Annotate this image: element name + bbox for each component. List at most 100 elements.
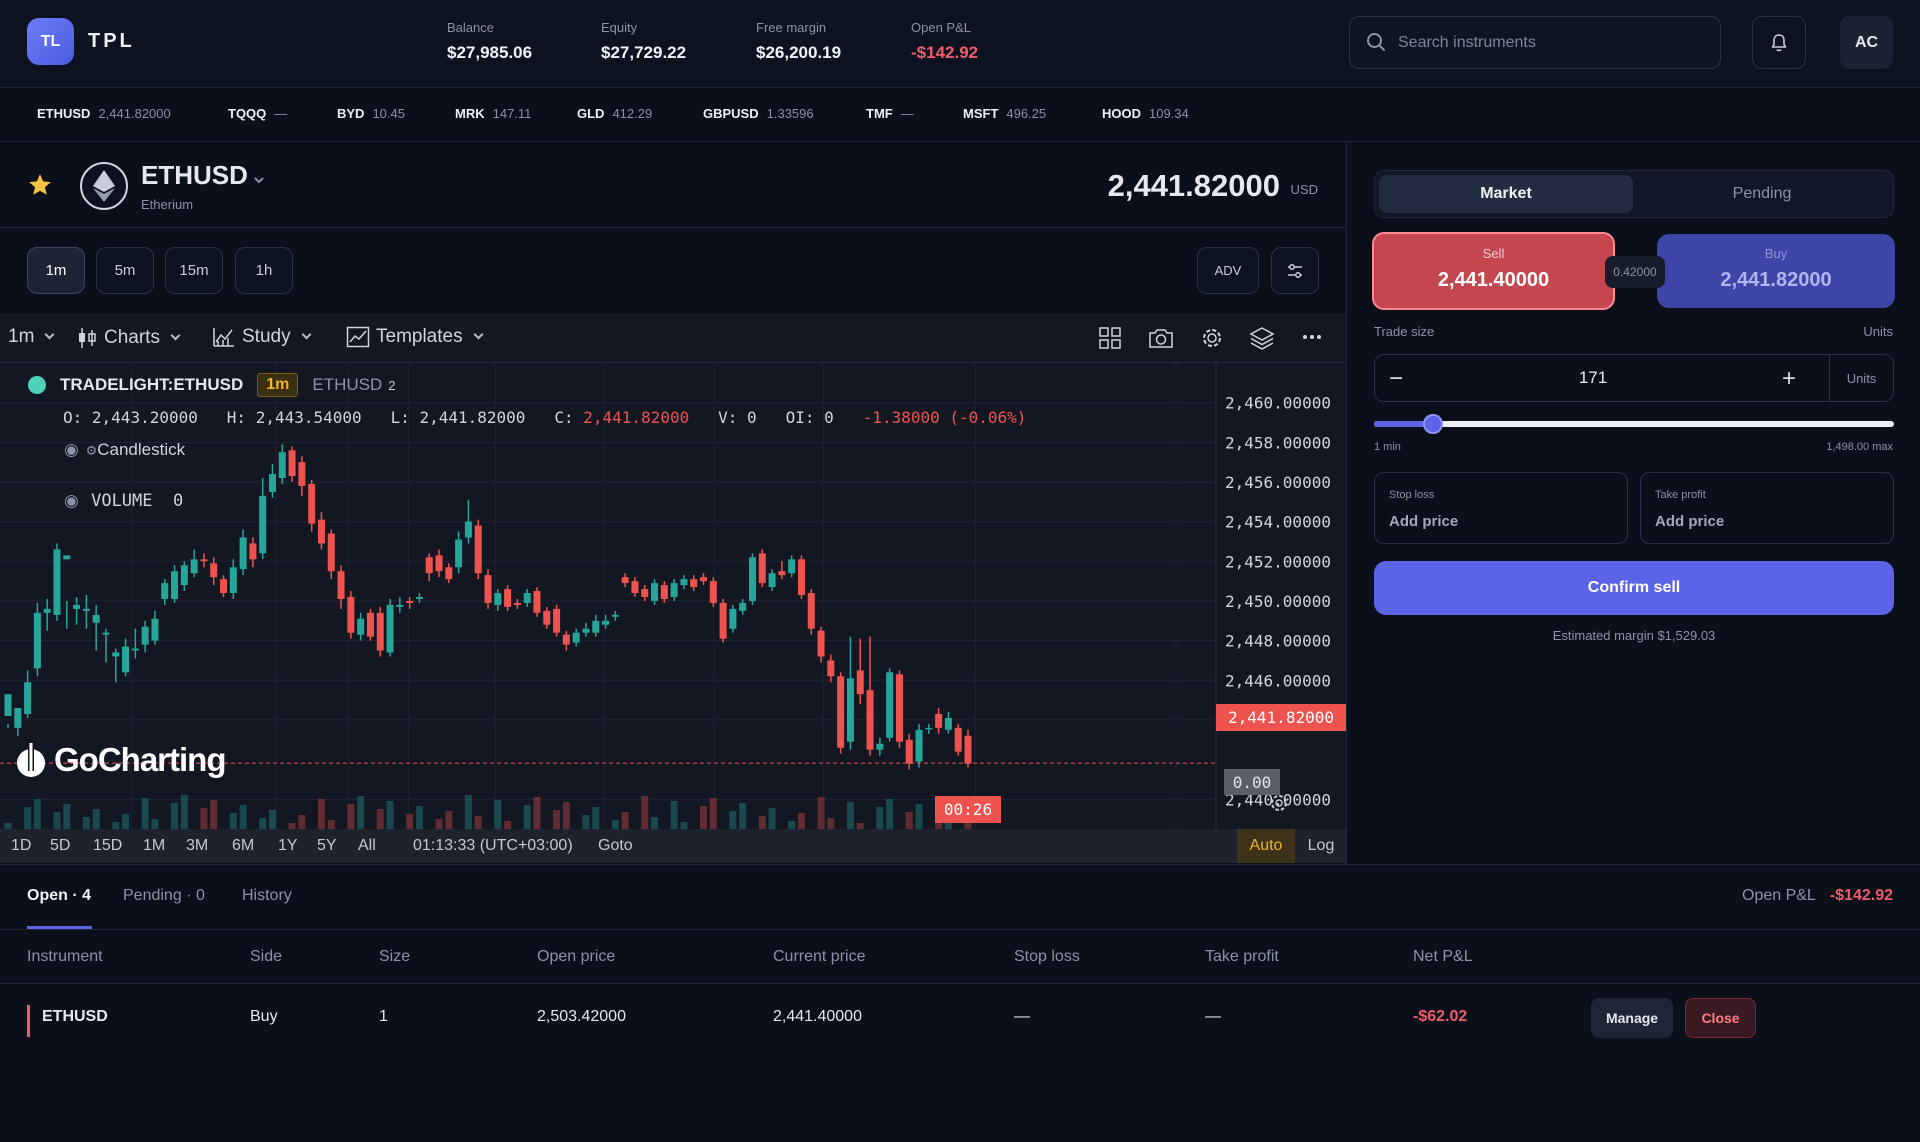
candle-body [298,462,306,486]
search-input[interactable]: Search instruments [1349,16,1721,69]
gear-small-icon[interactable]: ⚙ [86,443,98,458]
free-margin-label: Free margin [756,20,827,35]
study-candlestick[interactable]: ◉ ⚙Candlestick [64,440,185,460]
ticker-item-gld[interactable]: GLD 412.29 [577,106,652,121]
ticker-item-mrk[interactable]: MRK 147.11 [455,106,531,121]
star-icon[interactable] [27,172,53,198]
ticker-item-tmf[interactable]: TMF — [866,106,914,121]
more-icon[interactable] [1302,333,1322,341]
eye-icon[interactable]: ◉ [64,491,79,510]
study-volume[interactable]: ◉ VOLUME 0 [64,491,183,511]
stop-loss-field[interactable]: Stop loss Add price [1374,472,1628,544]
range-3m[interactable]: 3M [186,837,208,855]
ohlc-oi: 0 [824,408,834,427]
ticker-item-hood[interactable]: HOOD 109.34 [1102,106,1189,121]
confirm-sell-button[interactable]: Confirm sell [1374,561,1894,615]
eye-icon[interactable]: ◉ [64,440,79,459]
slider-handle[interactable] [1423,414,1444,434]
range-6m[interactable]: 6M [232,837,254,855]
candle-body [690,579,698,588]
candle-body [259,495,267,554]
buy-button[interactable]: Buy 2,441.82000 [1657,234,1895,308]
sell-button[interactable]: Sell 2,441.40000 [1372,232,1615,310]
candle-body [709,581,717,603]
chevron-down-icon[interactable] [252,173,266,187]
slider-max-label: 1,498.00 max [1826,441,1893,453]
notifications-button[interactable] [1752,16,1806,69]
study-icon [213,328,234,347]
timeframe-button-15m[interactable]: 15m [165,247,223,294]
ticker-item-msft[interactable]: MSFT 496.25 [963,106,1046,121]
volume-bar [24,807,32,829]
range-5y[interactable]: 5Y [317,837,337,855]
gear-icon[interactable] [1199,325,1225,351]
log-scale-button[interactable]: Log [1296,829,1346,863]
candle-body [513,602,521,605]
row-size: 1 [379,1008,388,1025]
candle-body [33,612,41,669]
range-1d[interactable]: 1D [11,837,31,855]
ticker-item-tqqq[interactable]: TQQQ — [228,106,287,121]
charts-dropdown[interactable]: Charts [76,326,181,350]
ticker-item-byd[interactable]: BYD 10.45 [337,106,405,121]
candle-body [729,608,737,629]
candle-body [670,583,678,597]
instrument-symbol[interactable]: ETHUSD [141,160,248,191]
timeframe-button-1m[interactable]: 1m [27,247,85,294]
chart-settings-button[interactable] [1271,247,1319,294]
goto-button[interactable]: Goto [598,837,633,855]
camera-icon[interactable] [1148,326,1174,350]
interval-dropdown[interactable]: 1m [8,326,55,348]
candle-body [602,620,610,625]
app-logo[interactable]: TL [27,18,74,65]
axis-settings-icon[interactable] [1268,792,1290,814]
templates-dropdown[interactable]: Templates [346,326,484,348]
search-icon [1367,33,1385,51]
candle-body [425,557,433,574]
range-all[interactable]: All [358,837,376,855]
col-stop-loss: Stop loss [1014,948,1080,965]
range-5d[interactable]: 5D [50,837,70,855]
tab-pending-orders[interactable]: Pending · 0 [123,887,205,905]
volume-bar [151,819,159,829]
adv-button[interactable]: ADV [1197,247,1259,294]
candle-body [621,577,629,584]
range-1y[interactable]: 1Y [278,837,298,855]
layout-icon[interactable] [1098,326,1122,350]
tab-open[interactable]: Open · 4 [27,887,91,905]
ticker-item-gbpusd[interactable]: GBPUSD 1.33596 [703,106,814,121]
table-row[interactable]: ETHUSD Buy 1 2,503.42000 2,441.40000 — —… [0,985,1920,1038]
study-dropdown[interactable]: Study [212,326,312,348]
ohlc-l-label: L: [390,408,410,427]
timeframe-button-1h[interactable]: 1h [235,247,293,294]
layers-icon[interactable] [1249,325,1275,351]
candle-body [807,593,815,629]
tab-pending[interactable]: Pending [1635,175,1889,213]
open-pnl-value: -$142.92 [911,43,979,62]
volume-bar [33,799,41,829]
candle-body [112,652,120,657]
unit-selector[interactable]: Units [1829,355,1893,401]
range-15d[interactable]: 15D [93,837,122,855]
take-profit-field[interactable]: Take profit Add price [1640,472,1894,544]
auto-scale-button[interactable]: Auto [1237,829,1295,863]
volume-bar [827,818,835,829]
increment-button[interactable]: + [1782,365,1796,393]
close-position-button[interactable]: Close [1685,998,1756,1038]
range-1m[interactable]: 1M [143,837,165,855]
tab-market[interactable]: Market [1379,175,1633,213]
candle-body [92,614,100,623]
quantity-slider[interactable] [1374,414,1894,434]
y-tick-label: 2,452.00000 [1225,552,1331,571]
avatar[interactable]: AC [1840,16,1893,69]
chart-widget[interactable]: 1m Charts Study Templates 2,460.00000 2,… [0,313,1346,863]
chart-interval-badge[interactable]: 1m [257,373,299,397]
tab-history[interactable]: History [242,887,292,905]
bell-icon [1771,33,1787,51]
volume-bar [700,806,708,829]
timeframe-button-5m[interactable]: 5m [96,247,154,294]
manage-button[interactable]: Manage [1591,998,1673,1038]
ticker-item-ethusd[interactable]: ETHUSD 2,441.82000 [37,106,171,121]
candle-body [445,567,453,580]
quantity-input[interactable]: 171 [1375,368,1811,388]
